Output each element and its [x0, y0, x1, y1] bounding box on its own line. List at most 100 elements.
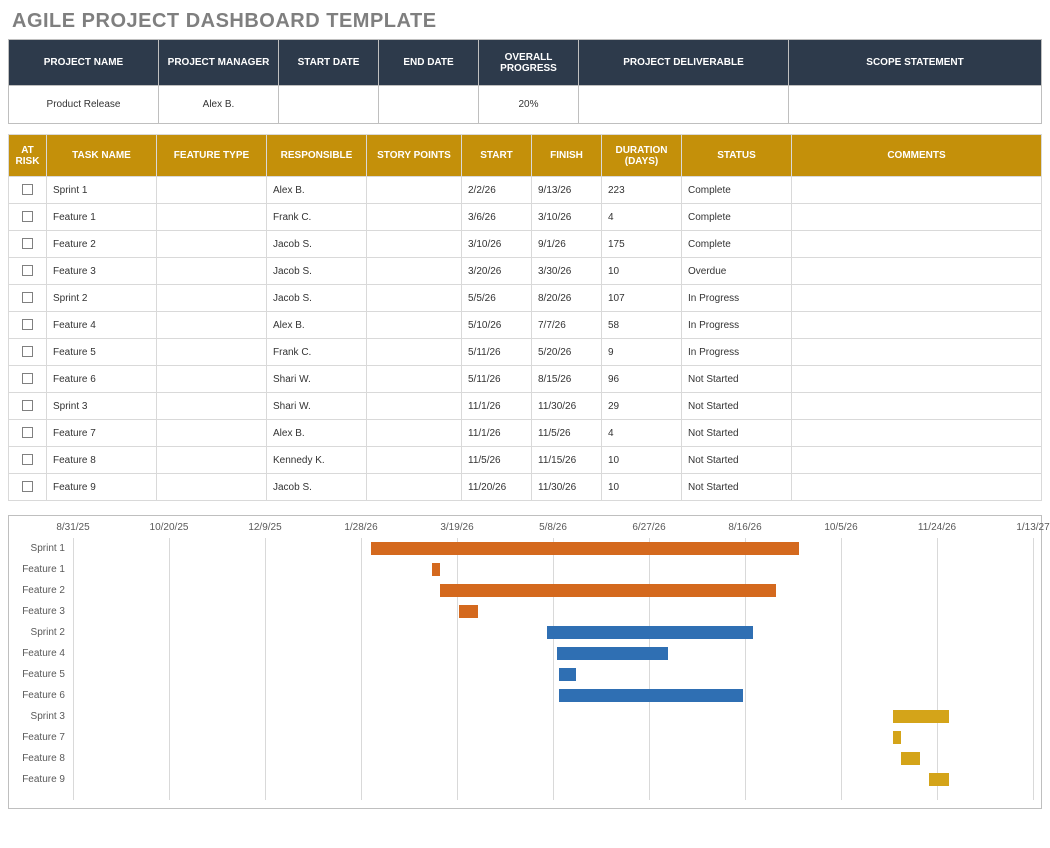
gantt-bar	[893, 710, 949, 723]
task-type	[157, 339, 267, 366]
task-name: Feature 4	[47, 312, 157, 339]
task-pts	[367, 285, 462, 312]
task-type	[157, 177, 267, 204]
summary-header-cell: PROJECT MANAGER	[159, 40, 279, 86]
gantt-category-label: Feature 9	[9, 774, 69, 785]
gantt-row: Feature 8	[9, 750, 1033, 770]
gantt-category-label: Sprint 1	[9, 543, 69, 554]
task-resp: Alex B.	[267, 177, 367, 204]
checkbox-icon[interactable]	[22, 481, 33, 492]
summary-header-cell: SCOPE STATEMENT	[789, 40, 1042, 86]
summary-cell	[379, 86, 479, 124]
task-status: Complete	[682, 204, 792, 231]
checkbox-icon[interactable]	[22, 265, 33, 276]
task-start: 3/10/26	[462, 231, 532, 258]
task-comments	[792, 312, 1042, 339]
tasks-header-cell: TASK NAME	[47, 135, 157, 177]
task-comments	[792, 474, 1042, 501]
checkbox-icon[interactable]	[22, 400, 33, 411]
task-dur: 223	[602, 177, 682, 204]
task-start: 11/1/26	[462, 420, 532, 447]
task-name: Feature 8	[47, 447, 157, 474]
at-risk-cell	[9, 447, 47, 474]
summary-table: PROJECT NAMEPROJECT MANAGERSTART DATEEND…	[8, 39, 1042, 124]
gantt-bar	[440, 584, 776, 597]
table-row: Feature 5Frank C.5/11/265/20/269In Progr…	[9, 339, 1042, 366]
tasks-header: AT RISKTASK NAMEFEATURE TYPERESPONSIBLES…	[9, 135, 1042, 177]
task-name: Feature 6	[47, 366, 157, 393]
checkbox-icon[interactable]	[22, 346, 33, 357]
task-type	[157, 258, 267, 285]
task-status: Not Started	[682, 420, 792, 447]
task-start: 5/11/26	[462, 339, 532, 366]
task-dur: 96	[602, 366, 682, 393]
task-finish: 9/13/26	[532, 177, 602, 204]
task-start: 5/11/26	[462, 366, 532, 393]
summary-header-cell: PROJECT DELIVERABLE	[579, 40, 789, 86]
summary-header-cell: OVERALL PROGRESS	[479, 40, 579, 86]
task-dur: 4	[602, 204, 682, 231]
gantt-bar	[432, 563, 440, 576]
checkbox-icon[interactable]	[22, 454, 33, 465]
summary-header-cell: PROJECT NAME	[9, 40, 159, 86]
summary-header: PROJECT NAMEPROJECT MANAGERSTART DATEEND…	[9, 40, 1042, 86]
tasks-header-cell: STATUS	[682, 135, 792, 177]
gantt-row: Feature 1	[9, 561, 1033, 581]
task-finish: 11/30/26	[532, 393, 602, 420]
table-row: Feature 6Shari W.5/11/268/15/2696Not Sta…	[9, 366, 1042, 393]
task-comments	[792, 420, 1042, 447]
checkbox-icon[interactable]	[22, 292, 33, 303]
gantt-bar	[559, 689, 743, 702]
gantt-category-label: Feature 1	[9, 564, 69, 575]
task-resp: Shari W.	[267, 366, 367, 393]
gantt-row: Sprint 2	[9, 624, 1033, 644]
summary-row: Product ReleaseAlex B.20%	[9, 86, 1042, 124]
checkbox-icon[interactable]	[22, 373, 33, 384]
at-risk-cell	[9, 366, 47, 393]
task-pts	[367, 393, 462, 420]
checkbox-icon[interactable]	[22, 238, 33, 249]
gantt-bar	[559, 668, 576, 681]
tasks-header-cell: RESPONSIBLE	[267, 135, 367, 177]
gantt-axis-label: 10/20/25	[150, 522, 189, 533]
task-resp: Jacob S.	[267, 231, 367, 258]
checkbox-icon[interactable]	[22, 427, 33, 438]
task-finish: 3/30/26	[532, 258, 602, 285]
checkbox-icon[interactable]	[22, 319, 33, 330]
tasks-header-cell: FINISH	[532, 135, 602, 177]
at-risk-cell	[9, 231, 47, 258]
gantt-row: Feature 5	[9, 666, 1033, 686]
task-dur: 10	[602, 447, 682, 474]
gantt-gridline	[1033, 538, 1034, 800]
task-dur: 58	[602, 312, 682, 339]
task-pts	[367, 177, 462, 204]
gantt-category-label: Feature 3	[9, 606, 69, 617]
task-status: Not Started	[682, 447, 792, 474]
gantt-row: Feature 3	[9, 603, 1033, 623]
gantt-axis-label: 3/19/26	[440, 522, 473, 533]
checkbox-icon[interactable]	[22, 211, 33, 222]
gantt-category-label: Feature 2	[9, 585, 69, 596]
summary-header-cell: END DATE	[379, 40, 479, 86]
task-comments	[792, 339, 1042, 366]
task-type	[157, 231, 267, 258]
task-resp: Kennedy K.	[267, 447, 367, 474]
task-comments	[792, 204, 1042, 231]
gantt-row: Sprint 1	[9, 540, 1033, 560]
gantt-row: Sprint 3	[9, 708, 1033, 728]
gantt-row: Feature 2	[9, 582, 1033, 602]
at-risk-cell	[9, 285, 47, 312]
task-comments	[792, 258, 1042, 285]
at-risk-cell	[9, 474, 47, 501]
gantt-axis-label: 12/9/25	[248, 522, 281, 533]
table-row: Feature 8Kennedy K.11/5/2611/15/2610Not …	[9, 447, 1042, 474]
task-pts	[367, 231, 462, 258]
checkbox-icon[interactable]	[22, 184, 33, 195]
at-risk-cell	[9, 177, 47, 204]
gantt-axis-label: 5/8/26	[539, 522, 567, 533]
task-name: Feature 5	[47, 339, 157, 366]
task-start: 11/5/26	[462, 447, 532, 474]
task-start: 3/6/26	[462, 204, 532, 231]
table-row: Sprint 1Alex B.2/2/269/13/26223Complete	[9, 177, 1042, 204]
tasks-header-cell: FEATURE TYPE	[157, 135, 267, 177]
